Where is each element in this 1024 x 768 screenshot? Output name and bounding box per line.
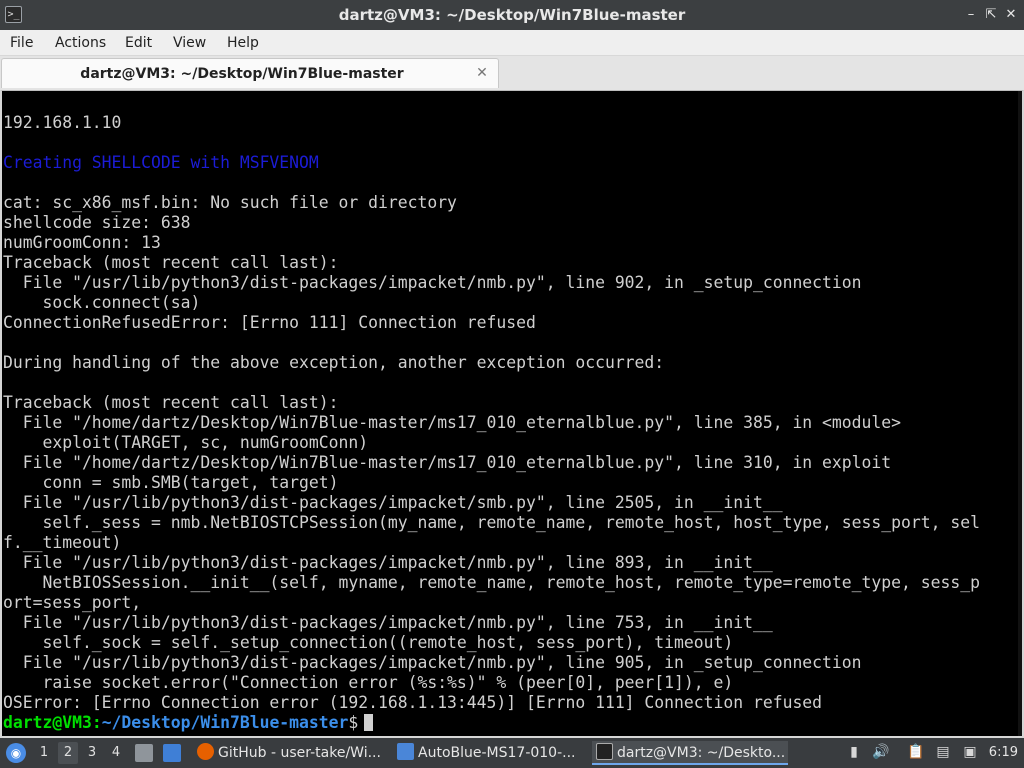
task-label: AutoBlue-MS17-010-... (418, 745, 576, 761)
task-label: GitHub - user-take/Wi... (218, 745, 381, 761)
menu-bar: File Actions Edit View Help (0, 30, 1024, 56)
terminal-line: File "/usr/lib/python3/dist-packages/imp… (3, 553, 773, 572)
taskbar: ◉ 1 2 3 4 GitHub - user-take/Wi... AutoB… (0, 738, 1024, 768)
terminal-line: NetBIOSSession.__init__(self, myname, re… (3, 573, 980, 592)
task-terminal[interactable]: dartz@VM3: ~/Deskto... (592, 741, 788, 765)
terminal-line: self._sess = nmb.NetBIOSTCPSession(my_na… (3, 513, 980, 532)
terminal-line: numGroomConn: 13 (3, 233, 161, 252)
terminal-output[interactable]: 192.168.1.10 Creating SHELLCODE with MSFV… (0, 90, 1024, 738)
minimize-icon[interactable]: – (963, 6, 979, 24)
text-cursor (364, 714, 374, 731)
network-icon[interactable]: ▤ (934, 743, 952, 761)
terminal-lines: 192.168.1.10 Creating SHELLCODE with MSFV… (3, 113, 1003, 733)
menu-view[interactable]: View (173, 30, 206, 56)
tab-bar: dartz@VM3: ~/Desktop/Win7Blue-master ✕ (0, 56, 1024, 90)
clipboard-icon[interactable]: 📋 (907, 743, 925, 761)
workspace-4[interactable]: 4 (106, 742, 126, 764)
prompt-line[interactable]: dartz@VM3:~/Desktop/Win7Blue-master$ (3, 713, 1003, 733)
terminal-tab[interactable]: dartz@VM3: ~/Desktop/Win7Blue-master ✕ (1, 58, 499, 88)
volume-icon[interactable]: 🔊 (872, 743, 890, 761)
terminal-line: ort=sess_port, (3, 593, 142, 612)
terminal-line: File "/home/dartz/Desktop/Win7Blue-maste… (3, 413, 901, 432)
terminal-line: conn = smb.SMB(target, target) (3, 473, 339, 492)
prompt-path: ~/Desktop/Win7Blue-master (101, 713, 349, 732)
clock: 6:19 (988, 745, 1018, 760)
prompt-separator: : (91, 713, 102, 732)
menu-help[interactable]: Help (227, 30, 259, 56)
terminal-line: exploit(TARGET, sc, numGroomConn) (3, 433, 369, 452)
terminal-line: File "/home/dartz/Desktop/Win7Blue-maste… (3, 453, 892, 472)
battery-icon[interactable]: ▮ (845, 743, 863, 761)
workspace-1[interactable]: 1 (34, 742, 54, 764)
window-title: dartz@VM3: ~/Desktop/Win7Blue-master (338, 6, 686, 24)
close-icon[interactable]: ✕ (1003, 6, 1019, 24)
terminal-line: 192.168.1.10 (3, 113, 122, 132)
task-firefox[interactable]: GitHub - user-take/Wi... (193, 741, 388, 765)
show-desktop-icon[interactable] (135, 744, 153, 762)
close-icon[interactable]: ✕ (474, 65, 490, 81)
terminal-line: f.__timeout) (3, 533, 122, 552)
terminal-line: Traceback (most recent call last): (3, 393, 339, 412)
terminal-line: Creating SHELLCODE with MSFVENOM (3, 153, 319, 172)
terminal-line: raise socket.error("Connection error (%s… (3, 673, 734, 692)
terminal-line: ConnectionRefusedError: [Errno 111] Conn… (3, 313, 536, 332)
app-menu-icon[interactable]: ◉ (6, 743, 26, 763)
scrollbar[interactable] (1018, 91, 1022, 736)
terminal-line: cat: sc_x86_msf.bin: No such file or dir… (3, 193, 457, 212)
prompt-symbol: $ (348, 713, 359, 732)
terminal-line: File "/usr/lib/python3/dist-packages/imp… (3, 613, 773, 632)
window-titlebar: >_ dartz@VM3: ~/Desktop/Win7Blue-master … (0, 0, 1024, 30)
tab-label: dartz@VM3: ~/Desktop/Win7Blue-master (80, 66, 404, 82)
task-folder[interactable]: AutoBlue-MS17-010-... (393, 741, 585, 765)
menu-file[interactable]: File (10, 30, 33, 56)
menu-actions[interactable]: Actions (55, 30, 106, 56)
terminal-line: OSError: [Errno Connection error (192.16… (3, 693, 823, 712)
workspace-2[interactable]: 2 (58, 742, 78, 764)
folder-icon (397, 743, 414, 760)
terminal-line: File "/usr/lib/python3/dist-packages/imp… (3, 653, 862, 672)
terminal-line: File "/usr/lib/python3/dist-packages/imp… (3, 493, 783, 512)
workspace-3[interactable]: 3 (82, 742, 102, 764)
firefox-icon (197, 743, 214, 760)
menu-edit[interactable]: Edit (125, 30, 152, 56)
task-label: dartz@VM3: ~/Deskto... (617, 745, 786, 761)
terminal-icon (596, 743, 613, 760)
maximize-icon[interactable]: ⇱ (983, 6, 999, 24)
terminal-line: During handling of the above exception, … (3, 353, 665, 372)
terminal-line: shellcode size: 638 (3, 213, 191, 232)
terminal-line: Traceback (most recent call last): (3, 253, 339, 272)
terminal-line: sock.connect(sa) (3, 293, 201, 312)
screenshot-icon[interactable]: ▣ (961, 743, 979, 761)
prompt-user-host: dartz@VM3 (3, 713, 92, 732)
terminal-line: File "/usr/lib/python3/dist-packages/imp… (3, 273, 862, 292)
file-manager-icon[interactable] (163, 744, 181, 762)
terminal-line: self._sock = self._setup_connection((rem… (3, 633, 734, 652)
